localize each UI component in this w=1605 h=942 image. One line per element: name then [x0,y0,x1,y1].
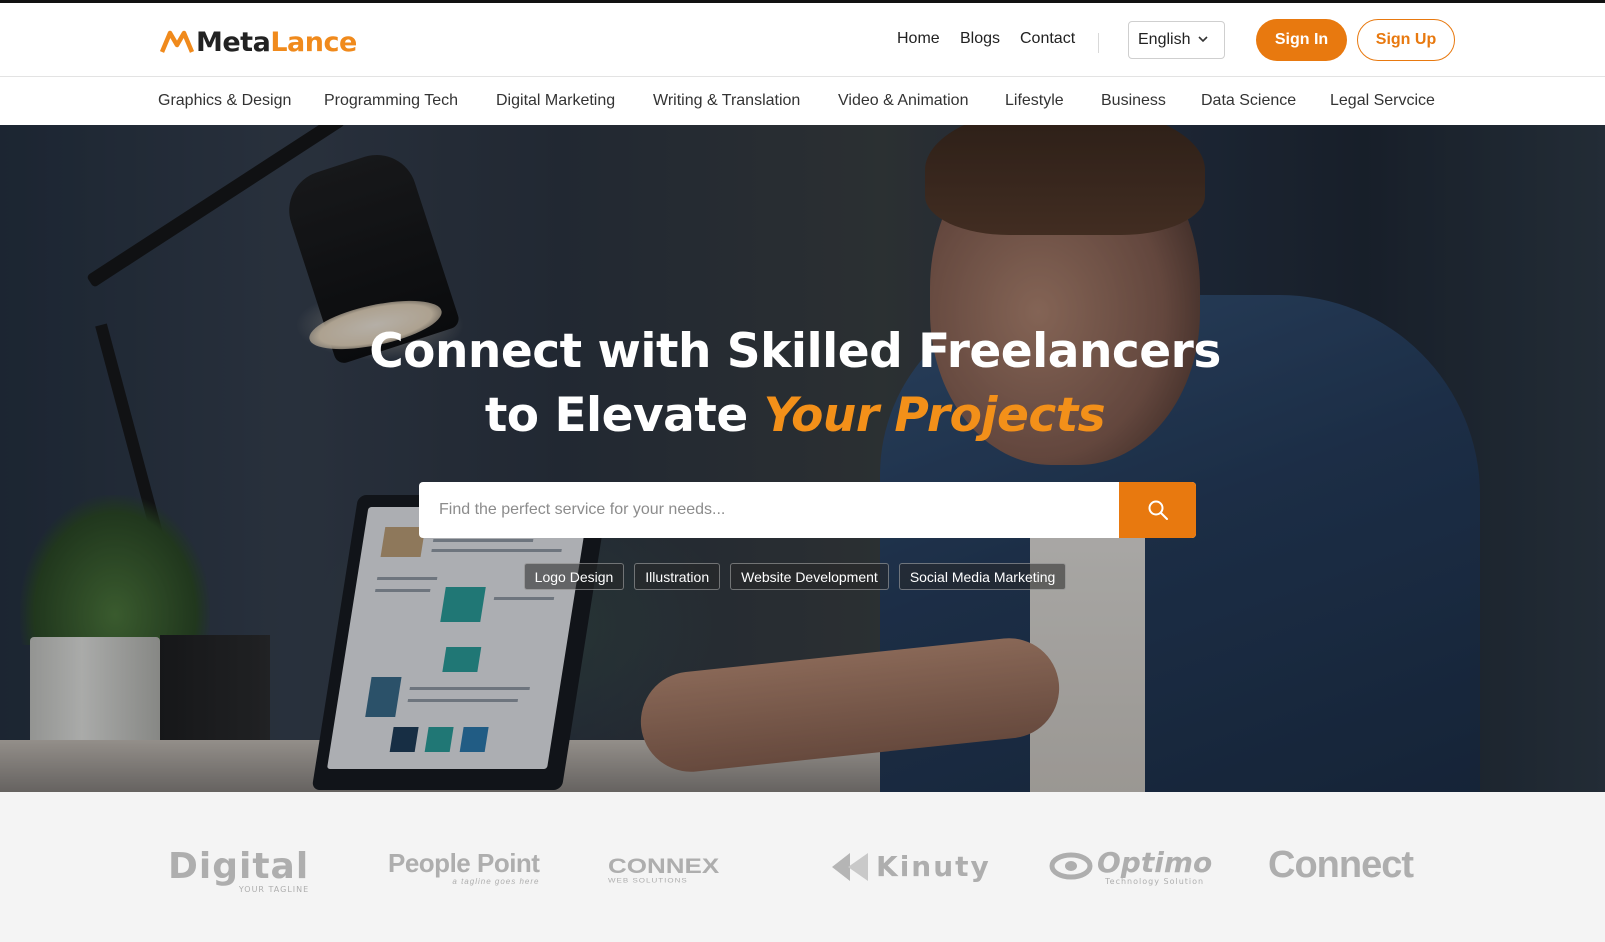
optimo-mark-icon [1049,852,1093,880]
site-header: MetaLance Home Blogs Contact English Sig… [0,3,1605,77]
search-button[interactable] [1119,482,1196,538]
tag-illustration[interactable]: Illustration [634,563,721,590]
category-data-science[interactable]: Data Science [1201,92,1296,110]
search-input[interactable] [419,482,1119,538]
sign-up-button[interactable]: Sign Up [1357,19,1455,61]
partner-logos: Digital YOUR TAGLINE People Point a tagl… [0,792,1605,942]
category-video-animation[interactable]: Video & Animation [838,92,968,110]
language-select[interactable]: English [1128,21,1225,59]
tag-website-development[interactable]: Website Development [730,563,889,590]
tag-logo-design[interactable]: Logo Design [523,563,625,590]
category-graphics-design[interactable]: Graphics & Design [158,92,291,110]
nav-link-blogs[interactable]: Blogs [960,30,1000,48]
hero-title-line1: Connect with Skilled Freelancers [369,324,1221,379]
logo-mark-icon [160,30,194,53]
hero-title-highlight: Your Projects [763,388,1106,443]
category-nav: Graphics & Design Programming Tech Digit… [0,78,1605,125]
language-select-value: English [1138,31,1191,48]
category-digital-marketing[interactable]: Digital Marketing [496,92,615,110]
partner-logo-connex: CONNEX WEB SOLUTIONS [608,853,720,885]
category-lifestyle[interactable]: Lifestyle [1005,92,1064,110]
category-legal-service[interactable]: Legal Servcice [1330,92,1435,110]
sign-in-button[interactable]: Sign In [1256,19,1347,61]
nav-divider [1098,33,1099,53]
nav-link-contact[interactable]: Contact [1020,30,1075,48]
hero-search-bar [419,482,1196,538]
partner-logo-connect: Connect [1268,844,1414,886]
hero-overlay [0,125,1605,792]
site-logo[interactable]: MetaLance [160,25,357,59]
category-programming-tech[interactable]: Programming Tech [324,92,458,110]
partner-logo-kinuty: Kinuty [828,850,991,883]
nav-link-home[interactable]: Home [897,30,940,48]
hero-section: Connect with Skilled Freelancers to Elev… [0,125,1605,792]
search-icon [1148,500,1168,520]
partner-logo-people-point: People Point a tagline goes here [388,848,540,886]
partner-logo-optimo: Optimo Technology Solution [1049,846,1212,886]
hero-title: Connect with Skilled Freelancers to Elev… [0,320,1590,448]
popular-tags: Logo Design Illustration Website Develop… [0,563,1590,590]
category-writing-translation[interactable]: Writing & Translation [653,92,800,110]
chevron-down-icon [1198,36,1208,43]
tag-social-media-marketing[interactable]: Social Media Marketing [898,563,1067,590]
kinuty-mark-icon [832,852,868,881]
hero-title-line2: to Elevate [484,388,748,443]
logo-text: MetaLance [196,26,357,58]
category-business[interactable]: Business [1101,92,1166,110]
partner-logo-digital: Digital YOUR TAGLINE [168,846,310,894]
